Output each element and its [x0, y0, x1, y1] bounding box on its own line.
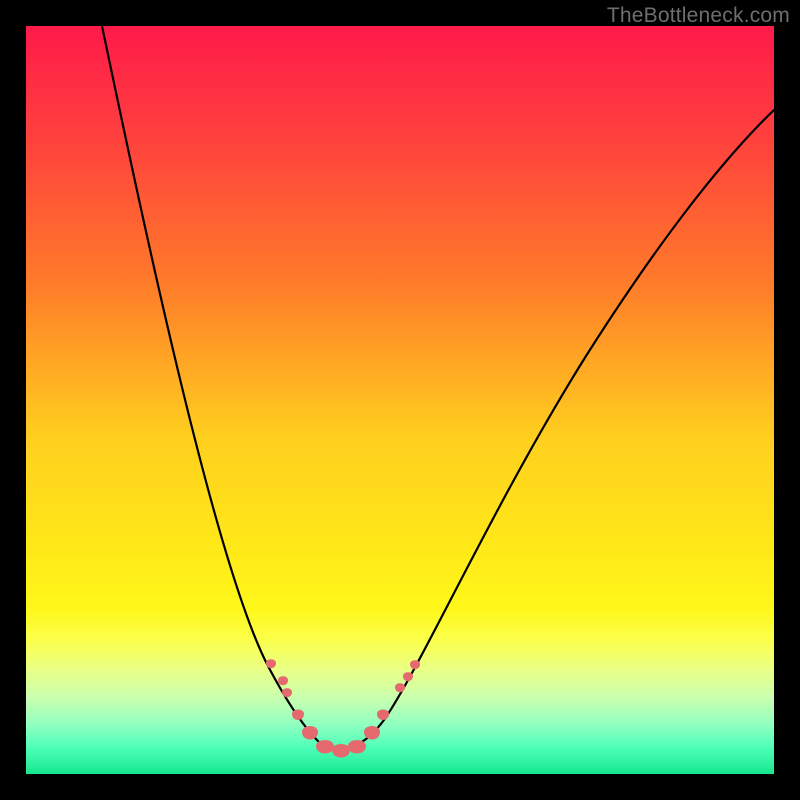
plot-area	[26, 26, 774, 774]
v-curve-path	[102, 26, 774, 750]
chart-svg	[26, 26, 774, 774]
watermark-text: TheBottleneck.com	[607, 4, 790, 28]
valley-markers	[266, 659, 420, 757]
chart-frame: TheBottleneck.com	[0, 0, 800, 800]
